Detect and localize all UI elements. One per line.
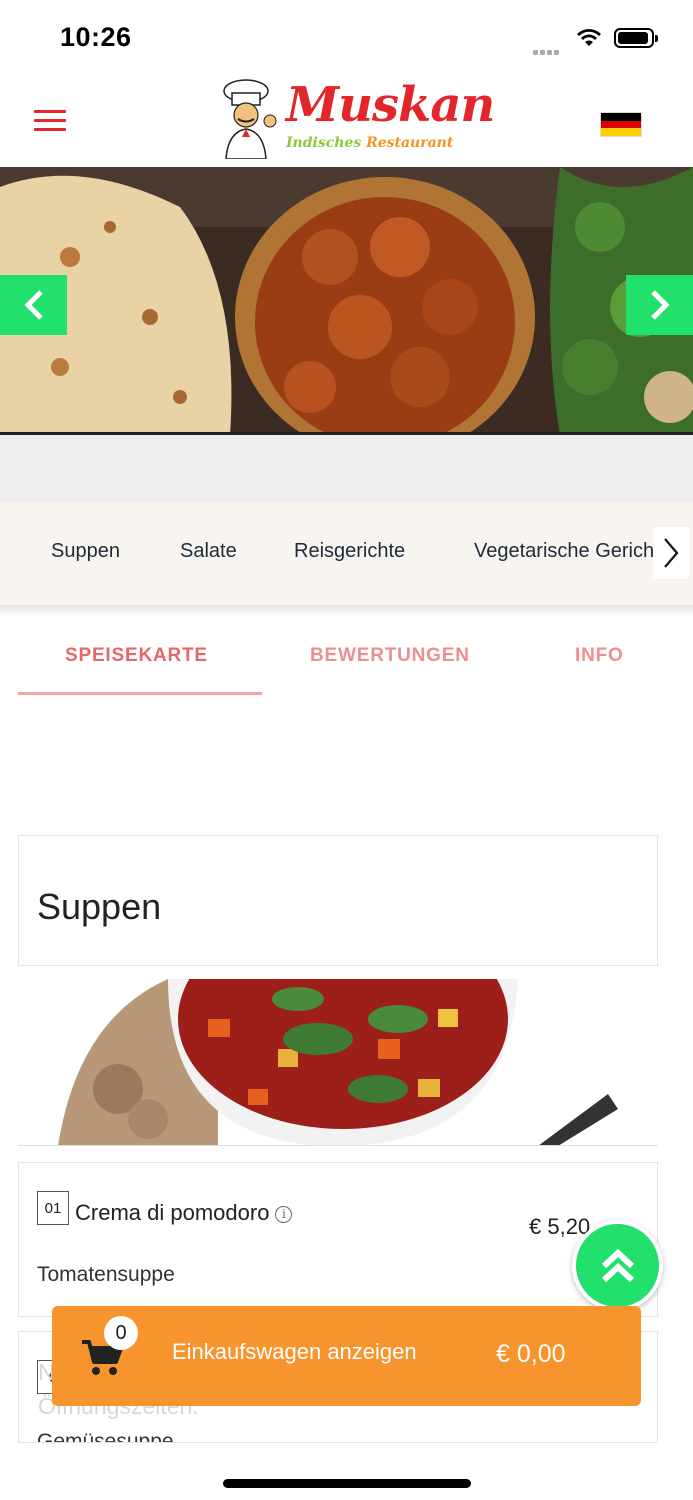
hero-slider[interactable] xyxy=(0,167,693,435)
tab-speisekarte[interactable]: SPEISEKARTE xyxy=(65,645,208,667)
chevron-right-icon xyxy=(650,290,670,320)
cart-count-badge: 0 xyxy=(104,1316,138,1350)
tab-active-indicator xyxy=(18,692,262,695)
item-name: Crema di pomodoro i xyxy=(75,1200,293,1226)
category-suppen[interactable]: Suppen xyxy=(51,540,120,563)
german-flag-icon[interactable] xyxy=(600,112,642,137)
logo-subtitle: Indisches Restaurant xyxy=(286,135,454,151)
chef-icon xyxy=(223,79,277,159)
tab-bewertungen[interactable]: BEWERTUNGEN xyxy=(310,645,470,667)
scroll-to-top-button[interactable] xyxy=(572,1220,663,1311)
home-indicator[interactable] xyxy=(223,1479,471,1488)
view-cart-button[interactable]: 0 Einkaufswagen anzeigen € 0,00 xyxy=(52,1306,641,1406)
category-reisgerichte[interactable]: Reisgerichte xyxy=(294,540,405,563)
info-icon[interactable]: i xyxy=(275,1206,293,1223)
chevron-left-icon xyxy=(23,290,43,320)
status-time: 10:26 xyxy=(60,22,132,52)
spacer-band xyxy=(0,435,693,502)
cart-label: Einkaufswagen anzeigen xyxy=(172,1339,417,1364)
restaurant-logo[interactable]: Muskan Indisches Restaurant xyxy=(216,75,495,163)
battery-icon xyxy=(614,28,658,48)
menu-item-card[interactable]: 01 Crema di pomodoro i € 5,20 Tomatensupp… xyxy=(18,1162,658,1317)
category-nav: Suppen Salate Reisgerichte Vegetarische … xyxy=(0,502,693,605)
hero-image xyxy=(0,167,693,435)
hero-prev-button[interactable] xyxy=(0,275,67,335)
item-number: 01 xyxy=(37,1191,69,1225)
section-image xyxy=(18,979,658,1146)
tab-info[interactable]: INFO xyxy=(575,645,624,667)
divider xyxy=(0,605,693,617)
section-header-card: Suppen xyxy=(18,835,658,966)
item-description: Gemüsesuppe xyxy=(37,1430,174,1443)
hero-next-button[interactable] xyxy=(626,275,693,335)
category-next-button[interactable] xyxy=(653,527,689,579)
cart-total: € 0,00 xyxy=(496,1340,566,1368)
category-salate[interactable]: Salate xyxy=(180,540,237,563)
category-vegetarische-gerichte[interactable]: Vegetarische Gerichte xyxy=(474,540,671,563)
item-description: Tomatensuppe xyxy=(37,1263,175,1286)
menu-icon[interactable] xyxy=(34,110,66,132)
home-indicator-area xyxy=(0,1443,693,1500)
wifi-icon xyxy=(577,29,601,46)
app-header: Muskan Indisches Restaurant xyxy=(0,75,693,167)
section-title: Suppen xyxy=(37,886,162,927)
status-bar: 10:26 xyxy=(0,0,693,75)
chevron-right-icon xyxy=(664,538,679,568)
signal-icon xyxy=(533,42,561,60)
double-chevron-up-icon xyxy=(601,1248,634,1282)
logo-title: Muskan xyxy=(286,77,495,133)
